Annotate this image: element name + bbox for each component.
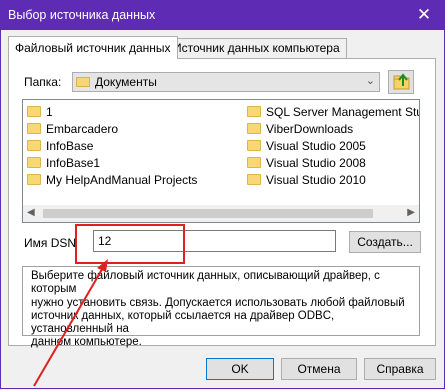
description-text: Выберите файловый источник данных, описы…	[22, 266, 420, 348]
dsn-name-input[interactable]: 12	[93, 230, 336, 252]
folder-icon	[27, 123, 41, 134]
scroll-right-icon[interactable]: ▶	[407, 207, 415, 218]
list-item[interactable]: Visual Studio 2010	[247, 171, 366, 188]
list-item[interactable]: Visual Studio 2005	[247, 137, 366, 154]
horizontal-scrollbar[interactable]: ◀ ▶	[23, 205, 419, 222]
list-item[interactable]: InfoBase	[27, 137, 93, 154]
list-item[interactable]: My HelpAndManual Projects	[27, 171, 197, 188]
list-item[interactable]: Visual Studio 2008	[247, 154, 366, 171]
tab-file-dsn[interactable]: Файловый источник данных	[8, 36, 178, 59]
create-button[interactable]: Создать...	[349, 231, 421, 253]
up-folder-button[interactable]	[388, 70, 414, 94]
folder-icon	[247, 140, 261, 151]
list-item[interactable]: 1	[27, 103, 53, 120]
list-item[interactable]: Embarcadero	[27, 120, 118, 137]
ok-button[interactable]: OK	[206, 358, 274, 380]
title-bar: Выбор источника данных ✕	[0, 0, 445, 30]
help-button[interactable]: Справка	[364, 358, 436, 380]
folder-icon	[247, 174, 261, 185]
scroll-left-icon[interactable]: ◀	[27, 207, 35, 218]
dsn-label: Имя DSN	[24, 236, 77, 250]
tab-machine-dsn[interactable]: Источник данных компьютера	[166, 38, 347, 58]
folder-icon	[76, 77, 90, 87]
cancel-button[interactable]: Отмена	[281, 358, 357, 380]
dsn-value: 12	[98, 234, 112, 248]
file-list[interactable]: 1 Embarcadero InfoBase InfoBase1 My Help…	[22, 99, 420, 223]
folder-icon	[247, 123, 261, 134]
folder-icon	[247, 157, 261, 168]
folder-icon	[27, 106, 41, 117]
folder-icon	[27, 157, 41, 168]
folder-icon	[247, 106, 261, 117]
folder-dropdown[interactable]: Документы ⌄	[72, 72, 380, 92]
folder-up-icon	[393, 73, 410, 90]
list-item[interactable]: InfoBase1	[27, 154, 100, 171]
folder-label: Папка:	[24, 75, 62, 89]
folder-icon	[27, 174, 41, 185]
window-title: Выбор источника данных	[8, 8, 156, 22]
list-item[interactable]: SQL Server Management Studio E	[247, 103, 419, 120]
scroll-thumb[interactable]	[43, 209, 373, 218]
chevron-down-icon: ⌄	[365, 75, 375, 87]
list-item[interactable]: ViberDownloads	[247, 120, 353, 137]
folder-icon	[27, 140, 41, 151]
close-icon[interactable]: ✕	[403, 0, 445, 30]
folder-value: Документы	[95, 75, 157, 89]
